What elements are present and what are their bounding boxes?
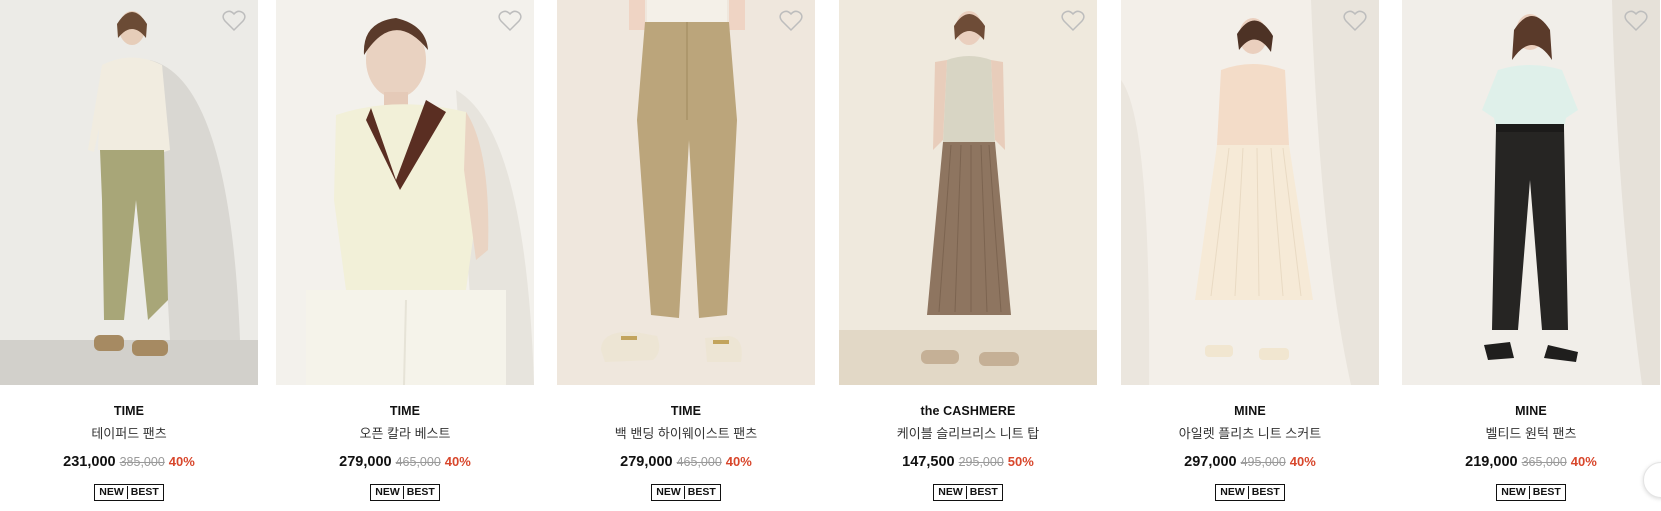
product-card[interactable]: the CASHMERE 케이블 슬리브리스 니트 탑 147,500 295,0… <box>839 0 1097 511</box>
new-badge: NEW <box>938 486 963 498</box>
sale-price: 147,500 <box>902 454 955 470</box>
model-photo <box>557 0 815 385</box>
badge-group: NEW BEST <box>1121 484 1379 501</box>
price-row: 219,000 365,000 40% <box>1402 451 1660 471</box>
product-info: MINE 아일렛 플리츠 니트 스커트 297,000 495,000 40% NE… <box>1121 385 1379 501</box>
original-price: 465,000 <box>395 455 441 469</box>
original-price: 495,000 <box>1240 455 1286 469</box>
product-name[interactable]: 오픈 칼라 베스트 <box>276 425 534 443</box>
new-badge: NEW <box>1220 486 1245 498</box>
model-photo <box>0 0 258 385</box>
original-price: 295,000 <box>958 455 1004 469</box>
badge-group: NEW BEST <box>276 484 534 501</box>
best-badge: BEST <box>126 486 162 499</box>
wishlist-heart-icon[interactable] <box>1343 10 1367 32</box>
discount-rate: 40% <box>444 454 471 469</box>
new-badge: NEW <box>656 486 681 498</box>
product-brand[interactable]: TIME <box>0 403 258 419</box>
product-info: MINE 벨티드 원턱 팬츠 219,000 365,000 40% NEW BEST <box>1402 385 1660 501</box>
badge-group: NEW BEST <box>1402 484 1660 501</box>
best-badge: BEST <box>683 486 719 499</box>
product-info: TIME 오픈 칼라 베스트 279,000 465,000 40% NEW BEST <box>276 385 534 501</box>
discount-rate: 40% <box>1570 454 1597 469</box>
product-grid: TIME 테이퍼드 팬츠 231,000 385,000 40% NEW BEST <box>0 0 1661 511</box>
best-badge: BEST <box>965 486 1001 499</box>
discount-rate: 40% <box>725 454 752 469</box>
badge-group: NEW BEST <box>557 484 815 501</box>
product-name[interactable]: 벨티드 원턱 팬츠 <box>1402 425 1660 443</box>
badge-group: NEW BEST <box>839 484 1097 501</box>
price-row: 279,000 465,000 40% <box>276 451 534 471</box>
product-card[interactable]: TIME 백 밴딩 하이웨이스트 팬츠 279,000 465,000 40% NE… <box>557 0 815 511</box>
model-photo <box>276 0 534 385</box>
product-info: TIME 테이퍼드 팬츠 231,000 385,000 40% NEW BEST <box>0 385 258 501</box>
model-photo <box>1121 0 1379 385</box>
product-name[interactable]: 아일렛 플리츠 니트 스커트 <box>1121 425 1379 443</box>
new-badge: NEW <box>1501 486 1526 498</box>
product-image[interactable] <box>839 0 1097 385</box>
new-badge: NEW <box>99 486 124 498</box>
product-name[interactable]: 백 밴딩 하이웨이스트 팬츠 <box>557 425 815 443</box>
product-name[interactable]: 케이블 슬리브리스 니트 탑 <box>839 425 1097 443</box>
product-brand[interactable]: the CASHMERE <box>839 403 1097 419</box>
sale-price: 219,000 <box>1465 454 1518 470</box>
best-badge: BEST <box>1528 486 1564 499</box>
product-brand[interactable]: MINE <box>1121 403 1379 419</box>
wishlist-heart-icon[interactable] <box>779 10 803 32</box>
discount-rate: 50% <box>1007 454 1034 469</box>
sale-price: 231,000 <box>63 454 116 470</box>
badge-group: NEW BEST <box>0 484 258 501</box>
price-row: 297,000 495,000 40% <box>1121 451 1379 471</box>
product-image[interactable] <box>1402 0 1660 385</box>
product-image[interactable] <box>557 0 815 385</box>
product-brand[interactable]: MINE <box>1402 403 1660 419</box>
original-price: 365,000 <box>1521 455 1567 469</box>
product-info: the CASHMERE 케이블 슬리브리스 니트 탑 147,500 295,0… <box>839 385 1097 501</box>
product-card[interactable]: TIME 테이퍼드 팬츠 231,000 385,000 40% NEW BEST <box>0 0 258 511</box>
wishlist-heart-icon[interactable] <box>498 10 522 32</box>
sale-price: 297,000 <box>1184 454 1237 470</box>
original-price: 465,000 <box>676 455 722 469</box>
product-info: TIME 백 밴딩 하이웨이스트 팬츠 279,000 465,000 40% NE… <box>557 385 815 501</box>
discount-rate: 40% <box>168 454 195 469</box>
product-brand[interactable]: TIME <box>276 403 534 419</box>
product-image[interactable] <box>0 0 258 385</box>
sale-price: 279,000 <box>620 454 673 470</box>
price-row: 147,500 295,000 50% <box>839 451 1097 471</box>
product-name[interactable]: 테이퍼드 팬츠 <box>0 425 258 443</box>
sale-price: 279,000 <box>339 454 392 470</box>
model-photo <box>839 0 1097 385</box>
wishlist-heart-icon[interactable] <box>222 10 246 32</box>
wishlist-heart-icon[interactable] <box>1624 10 1648 32</box>
discount-rate: 40% <box>1289 454 1316 469</box>
product-image[interactable] <box>276 0 534 385</box>
product-card[interactable]: MINE 아일렛 플리츠 니트 스커트 297,000 495,000 40% NE… <box>1121 0 1379 511</box>
best-badge: BEST <box>402 486 438 499</box>
price-row: 231,000 385,000 40% <box>0 451 258 471</box>
product-brand[interactable]: TIME <box>557 403 815 419</box>
original-price: 385,000 <box>119 455 165 469</box>
model-photo <box>1402 0 1660 385</box>
best-badge: BEST <box>1247 486 1283 499</box>
new-badge: NEW <box>375 486 400 498</box>
product-card[interactable]: MINE 벨티드 원턱 팬츠 219,000 365,000 40% NEW BEST <box>1402 0 1660 511</box>
product-card[interactable]: TIME 오픈 칼라 베스트 279,000 465,000 40% NEW BEST <box>276 0 534 511</box>
price-row: 279,000 465,000 40% <box>557 451 815 471</box>
wishlist-heart-icon[interactable] <box>1061 10 1085 32</box>
product-image[interactable] <box>1121 0 1379 385</box>
